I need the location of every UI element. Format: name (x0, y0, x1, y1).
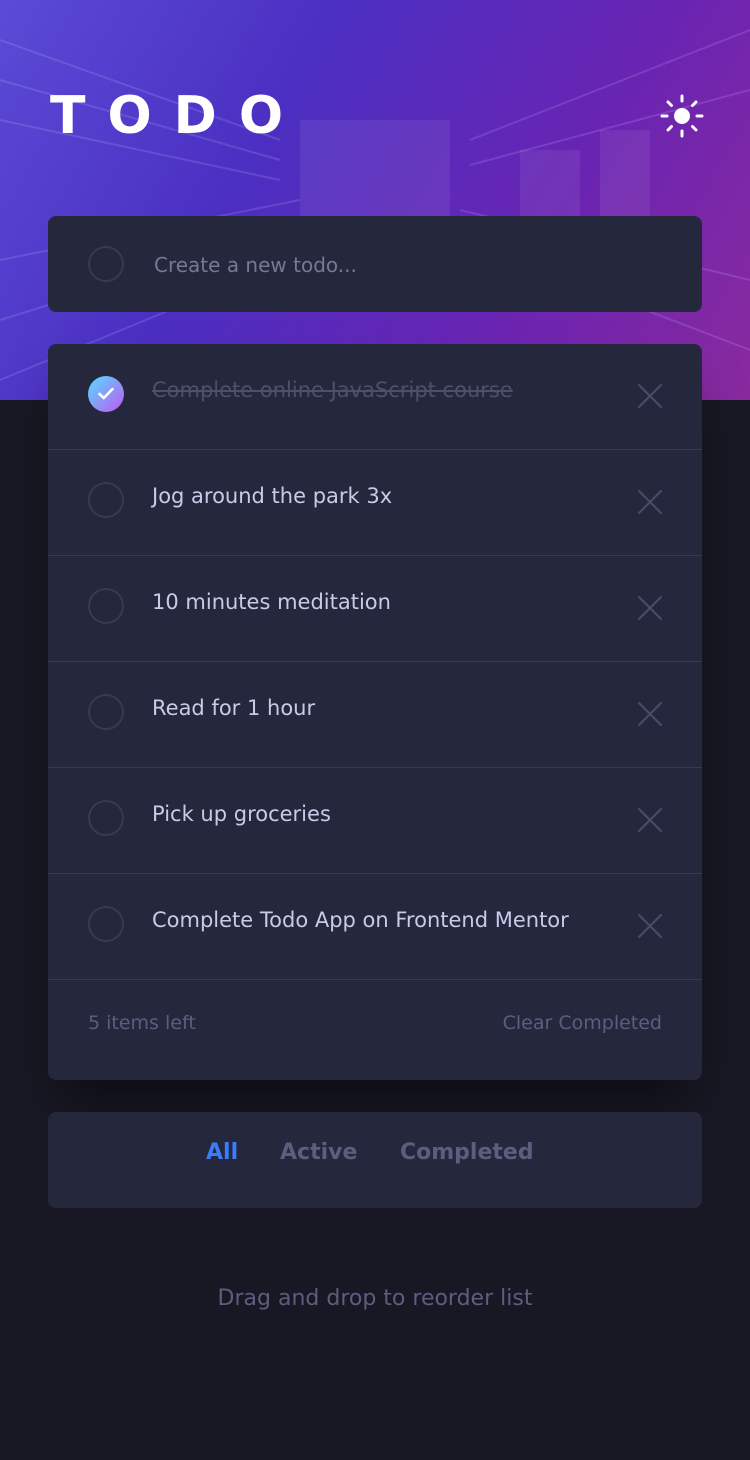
todo-item[interactable]: Pick up groceries (48, 768, 702, 874)
filter-bar: All Active Completed (48, 1112, 702, 1208)
delete-todo-button[interactable] (636, 488, 664, 516)
app-title: TODO (50, 86, 306, 146)
check-icon (98, 387, 114, 400)
filter-all-button[interactable]: All (206, 1140, 238, 1165)
todo-checkbox[interactable] (88, 482, 124, 518)
todo-label: Read for 1 hour (152, 696, 316, 720)
close-icon (638, 702, 662, 726)
todo-list: Complete online JavaScript course Jog ar… (48, 344, 702, 1080)
filter-completed-button[interactable]: Completed (400, 1140, 534, 1165)
theme-toggle-button[interactable] (660, 94, 704, 138)
todo-checkbox[interactable] (88, 694, 124, 730)
delete-todo-button[interactable] (636, 382, 664, 410)
todo-label: Complete online JavaScript course (152, 378, 513, 402)
close-icon (638, 490, 662, 514)
filter-active-button[interactable]: Active (280, 1140, 357, 1165)
delete-todo-button[interactable] (636, 806, 664, 834)
new-todo-input[interactable] (152, 240, 656, 290)
sun-icon (660, 94, 704, 138)
todo-item[interactable]: Jog around the park 3x (48, 450, 702, 556)
delete-todo-button[interactable] (636, 700, 664, 728)
todo-checkbox-checked[interactable] (88, 376, 124, 412)
delete-todo-button[interactable] (636, 594, 664, 622)
close-icon (638, 914, 662, 938)
close-icon (638, 384, 662, 408)
todo-checkbox[interactable] (88, 906, 124, 942)
todo-checkbox[interactable] (88, 800, 124, 836)
todo-label: Jog around the park 3x (152, 484, 393, 508)
header-background-image (0, 29, 750, 381)
new-todo-checkbox[interactable] (88, 246, 124, 282)
close-icon (638, 596, 662, 620)
drag-hint: Drag and drop to reorder list (217, 1286, 533, 1311)
todo-item[interactable]: Read for 1 hour (48, 662, 702, 768)
close-icon (638, 808, 662, 832)
clear-completed-button[interactable]: Clear Completed (503, 1012, 662, 1034)
todo-item[interactable]: Complete Todo App on Frontend Mentor (48, 874, 702, 980)
todo-checkbox[interactable] (88, 588, 124, 624)
todo-item[interactable]: 10 minutes meditation (48, 556, 702, 662)
todo-label: 10 minutes meditation (152, 590, 391, 614)
header-background (0, 0, 750, 400)
list-footer: 5 items left Clear Completed (48, 980, 702, 1080)
todo-label: Complete Todo App on Frontend Mentor (152, 908, 569, 932)
items-left-count: 5 items left (88, 1012, 196, 1034)
new-todo-card (48, 216, 702, 312)
delete-todo-button[interactable] (636, 912, 664, 940)
todo-label: Pick up groceries (152, 802, 331, 826)
todo-item[interactable]: Complete online JavaScript course (48, 344, 702, 450)
